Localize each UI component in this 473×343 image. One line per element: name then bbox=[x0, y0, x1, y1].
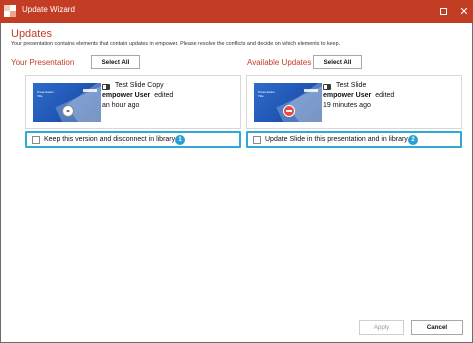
edit-action: edited bbox=[375, 92, 395, 99]
step-1-badge: 1 bbox=[175, 134, 185, 145]
title-bar: Update Wizard ✕ bbox=[0, 0, 473, 23]
close-button[interactable]: ✕ bbox=[457, 3, 471, 19]
maximize-icon bbox=[439, 7, 447, 15]
page-title: Updates bbox=[11, 28, 52, 40]
maximize-button[interactable] bbox=[436, 3, 450, 19]
user-name: empower User bbox=[323, 92, 372, 99]
slide-icon bbox=[323, 84, 331, 90]
link-icon: ⚭ bbox=[62, 105, 74, 117]
available-updates-title: Available Updates bbox=[247, 58, 312, 67]
keep-version-checkbox[interactable] bbox=[32, 136, 40, 144]
empower-logo-icon bbox=[4, 5, 16, 17]
cancel-button[interactable]: Cancel bbox=[411, 320, 463, 335]
select-all-left-button[interactable]: Select All bbox=[91, 55, 140, 69]
update-slide-option[interactable]: Update Slide in this presentation and in… bbox=[246, 131, 462, 148]
window-border-left bbox=[0, 23, 1, 343]
slide-name: Test Slide Copy bbox=[115, 82, 164, 89]
current-slide-thumbnail: Presentation Title ⚭ bbox=[33, 83, 101, 122]
current-slide-card[interactable]: Presentation Title ⚭ Test Slide Copy empo… bbox=[25, 75, 241, 129]
select-all-right-button[interactable]: Select All bbox=[313, 55, 362, 69]
page-subtitle: Your presentation contains elements that… bbox=[11, 41, 341, 47]
apply-button[interactable]: Apply bbox=[359, 320, 404, 335]
slide-icon bbox=[102, 84, 110, 90]
update-slide-checkbox[interactable] bbox=[253, 136, 261, 144]
no-entry-icon bbox=[283, 105, 295, 117]
keep-version-label: Keep this version and disconnect in libr… bbox=[44, 135, 176, 143]
update-slide-thumbnail: Presentation Title bbox=[254, 83, 322, 122]
window-title: Update Wizard bbox=[22, 5, 75, 14]
your-presentation-title: Your Presentation bbox=[11, 58, 75, 67]
slide-name: Test Slide bbox=[336, 82, 367, 89]
user-name: empower User bbox=[102, 92, 151, 99]
update-slide-label: Update Slide in this presentation and in… bbox=[265, 135, 408, 143]
close-icon: ✕ bbox=[459, 5, 469, 18]
edit-action: edited bbox=[154, 92, 174, 99]
keep-version-option[interactable]: Keep this version and disconnect in libr… bbox=[25, 131, 241, 148]
edit-time: 19 minutes ago bbox=[323, 102, 371, 109]
edited-by: empower User edited bbox=[102, 92, 173, 99]
step-2-badge: 2 bbox=[408, 134, 418, 145]
update-slide-card[interactable]: Presentation Title Test Slide empower Use… bbox=[246, 75, 462, 129]
edit-time: an hour ago bbox=[102, 102, 140, 109]
edited-by: empower User edited bbox=[323, 92, 394, 99]
